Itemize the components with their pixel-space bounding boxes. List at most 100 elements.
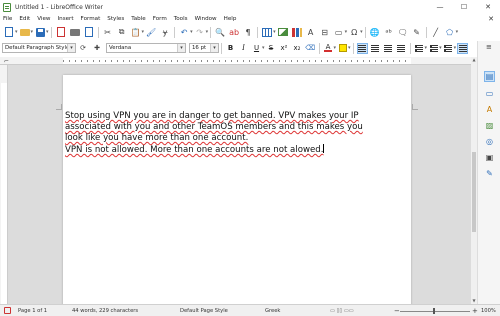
maximize-button[interactable]: ☐	[452, 0, 476, 14]
bold-button[interactable]: B	[225, 43, 236, 54]
font-size-select[interactable]: 16 pt ▾	[189, 43, 219, 53]
chevron-down-icon[interactable]: ▾	[15, 29, 18, 35]
shapes-icon[interactable]: ⬠	[444, 27, 455, 38]
horizontal-ruler[interactable]: ⌐	[0, 57, 471, 65]
highlight-color-button[interactable]	[337, 43, 348, 54]
minimize-button[interactable]: —	[428, 0, 452, 14]
clone-formatting-icon[interactable]: 🖌	[146, 27, 157, 38]
chevron-down-icon[interactable]: ▾	[348, 45, 351, 51]
chevron-down-icon[interactable]: ▾	[190, 29, 193, 35]
language[interactable]: Greek	[265, 308, 280, 314]
outline-button[interactable]	[443, 43, 454, 54]
special-character-icon[interactable]: Ω	[349, 27, 360, 38]
document-page[interactable]: Stop using VPN you are in danger to get …	[56, 75, 418, 304]
italic-button[interactable]: I	[238, 43, 249, 54]
menu-insert[interactable]: Insert	[58, 16, 74, 22]
menu-form[interactable]: Form	[153, 16, 167, 22]
page-count[interactable]: Page 1 of 1	[18, 308, 47, 314]
line-spacing-button[interactable]	[457, 42, 469, 54]
line-icon[interactable]: ╱	[430, 27, 441, 38]
align-right-button[interactable]	[383, 43, 394, 54]
cut-icon[interactable]: ✂	[102, 27, 113, 38]
zoom-out-button[interactable]: −	[394, 307, 400, 315]
chevron-down-icon[interactable]: ▾	[210, 44, 218, 52]
chevron-down-icon[interactable]: ▾	[177, 44, 185, 52]
chevron-down-icon[interactable]: ▾	[273, 29, 276, 35]
comment-icon[interactable]: 🗨	[397, 27, 408, 38]
page-icon[interactable]: ▭	[484, 88, 495, 99]
update-style-icon[interactable]: ⟳	[78, 43, 89, 54]
menu-help[interactable]: Help	[224, 16, 237, 22]
manage-changes-icon[interactable]: ▣	[484, 152, 495, 163]
insert-field-icon[interactable]: ▭	[333, 27, 344, 38]
menu-edit[interactable]: Edit	[19, 16, 30, 22]
undo-icon[interactable]: ↶	[179, 27, 190, 38]
menu-format[interactable]: Format	[81, 16, 101, 22]
clear-direct-formatting-icon[interactable]: ⌫	[305, 43, 316, 54]
strikethrough-button[interactable]: S	[266, 43, 277, 54]
hyperlink-icon[interactable]: 🌐	[369, 27, 380, 38]
document-body[interactable]: Stop using VPN you are in danger to get …	[65, 111, 405, 156]
new-document-icon[interactable]	[4, 27, 15, 38]
zoom-in-button[interactable]: +	[472, 307, 478, 315]
sidebar-menu-icon[interactable]: ≡	[486, 43, 492, 51]
numbering-button[interactable]	[428, 43, 439, 54]
redo-icon[interactable]: ↷	[194, 27, 205, 38]
chevron-down-icon[interactable]: ▾	[334, 45, 337, 51]
chevron-down-icon[interactable]: ▾	[456, 29, 459, 35]
document-workspace[interactable]: ⌐ Stop using VPN you are in danger to ge…	[0, 57, 471, 304]
gallery-icon[interactable]: ▨	[484, 120, 495, 131]
chevron-down-icon[interactable]: ▾	[46, 29, 49, 35]
justify-button[interactable]	[396, 43, 407, 54]
chevron-down-icon[interactable]: ▾	[454, 45, 457, 51]
properties-icon[interactable]: ▤	[484, 71, 495, 82]
menu-table[interactable]: Table	[131, 16, 145, 22]
insert-image-icon[interactable]	[277, 27, 288, 38]
menu-file[interactable]: File	[3, 16, 12, 22]
zoom-slider[interactable]	[400, 311, 470, 312]
underline-button[interactable]: U	[251, 43, 262, 54]
chevron-down-icon[interactable]: ▾	[360, 29, 363, 35]
print-icon[interactable]	[69, 27, 80, 38]
font-name-select[interactable]: Verdana ▾	[106, 43, 186, 53]
menu-window[interactable]: Window	[195, 16, 217, 22]
open-folder-icon[interactable]	[19, 27, 30, 38]
chevron-down-icon[interactable]: ▾	[31, 29, 34, 35]
paragraph-style-select[interactable]: Default Paragraph Style ▾	[2, 43, 76, 53]
font-color-button[interactable]: A	[323, 43, 334, 54]
word-count[interactable]: 44 words, 229 characters	[72, 308, 138, 314]
close-document-button[interactable]: ✕	[488, 15, 494, 23]
chevron-down-icon[interactable]: ▾	[262, 45, 265, 51]
page-style[interactable]: Default Page Style	[180, 308, 228, 314]
new-style-icon[interactable]: ✚	[92, 43, 103, 54]
zoom-slider-knob[interactable]	[433, 308, 435, 314]
chevron-down-icon[interactable]: ▾	[345, 29, 348, 35]
insert-chart-icon[interactable]	[291, 27, 302, 38]
save-icon[interactable]	[35, 27, 46, 38]
scrollbar-thumb[interactable]	[472, 152, 476, 232]
paste-icon[interactable]: 📋	[130, 27, 141, 38]
export-pdf-icon[interactable]	[55, 27, 66, 38]
chevron-down-icon[interactable]: ▾	[439, 45, 442, 51]
footnote-icon[interactable]: ᵃᵇ	[383, 27, 394, 38]
track-changes-icon[interactable]: ✎	[411, 27, 422, 38]
menu-styles[interactable]: Styles	[107, 16, 124, 22]
clear-formatting-icon[interactable]: ɏ	[160, 27, 171, 38]
spelling-icon[interactable]: ab	[229, 27, 240, 38]
copy-icon[interactable]: ⧉	[116, 27, 127, 38]
align-center-button[interactable]	[370, 43, 381, 54]
navigator-icon[interactable]: ◎	[484, 136, 495, 147]
view-layout-icon[interactable]: ▭ ▯▯ ▭▭	[330, 308, 354, 314]
page-break-icon[interactable]: ⊟	[319, 27, 330, 38]
menu-tools[interactable]: Tools	[174, 16, 188, 22]
menu-view[interactable]: View	[37, 16, 50, 22]
insert-table-icon[interactable]	[262, 27, 273, 38]
bullets-button[interactable]	[414, 43, 425, 54]
insert-textbox-icon[interactable]: A	[305, 27, 316, 38]
subscript-button[interactable]: x₂	[292, 43, 303, 54]
formatting-marks-icon[interactable]: ¶	[243, 27, 254, 38]
print-preview-icon[interactable]	[83, 27, 94, 38]
align-left-button[interactable]	[356, 42, 368, 54]
zoom-level[interactable]: 100%	[481, 308, 496, 314]
chevron-down-icon[interactable]: ▾	[142, 29, 145, 35]
